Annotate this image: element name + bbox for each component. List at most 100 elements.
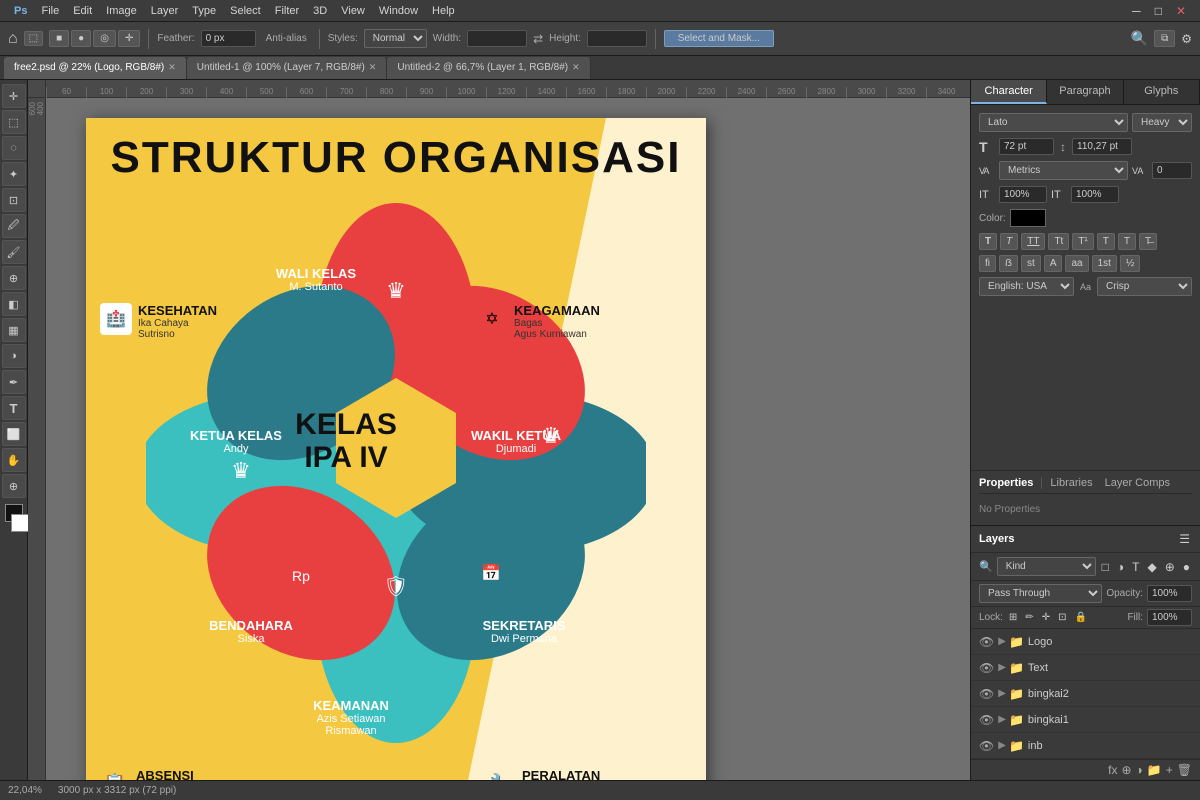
bold-btn[interactable]: T: [979, 233, 997, 250]
menu-view[interactable]: View: [335, 3, 371, 19]
layer-bingkai2-eye[interactable]: 👁: [979, 687, 994, 701]
superscript-btn[interactable]: T¹: [1072, 233, 1093, 250]
arrange-btn[interactable]: ⧉: [1154, 30, 1175, 47]
libraries-tab[interactable]: Libraries: [1042, 477, 1100, 489]
zoom-tool-btn[interactable]: ⊕: [2, 474, 26, 498]
tab-paragraph[interactable]: Paragraph: [1047, 80, 1123, 104]
layer-bingkai1[interactable]: 👁 ▶ 📁 bingkai1: [971, 707, 1200, 733]
layer-comps-tab[interactable]: Layer Comps: [1101, 477, 1174, 489]
dodge-tool-btn[interactable]: ◑: [2, 344, 26, 368]
tab-untitled2-close[interactable]: ✕: [572, 62, 580, 73]
layer-logo-arrow[interactable]: ▶: [998, 636, 1006, 647]
feather-input[interactable]: [201, 30, 256, 47]
st-btn[interactable]: st: [1021, 255, 1041, 272]
underline-btn[interactable]: TT: [1021, 233, 1045, 250]
layer-inb-arrow[interactable]: ▶: [998, 740, 1006, 751]
menu-filter[interactable]: Filter: [269, 3, 305, 19]
menu-3d[interactable]: 3D: [307, 3, 333, 19]
ornament-btn[interactable]: ẞ: [999, 255, 1018, 272]
scale-h-input[interactable]: [1071, 186, 1119, 203]
ellipse-tool[interactable]: ●: [71, 30, 91, 47]
ligature-btn[interactable]: fi: [979, 255, 996, 272]
tracking-input[interactable]: [1152, 162, 1192, 179]
brush-tool-btn[interactable]: 🖌: [2, 240, 26, 264]
rect-tool[interactable]: ■: [49, 30, 69, 47]
layers-filter-type[interactable]: T: [1130, 559, 1141, 575]
leading-input[interactable]: [1072, 138, 1132, 155]
layer-bingkai2-arrow[interactable]: ▶: [998, 688, 1006, 699]
blend-mode-select[interactable]: Pass Through: [979, 584, 1102, 603]
ordinal2-btn[interactable]: 1st: [1092, 255, 1117, 272]
window-close[interactable]: ✕: [1170, 2, 1192, 20]
subscript-label[interactable]: Tt: [1048, 233, 1069, 250]
layers-filter-pixel[interactable]: □: [1100, 559, 1111, 575]
ordinal-btn[interactable]: A: [1044, 255, 1063, 272]
window-minimize[interactable]: ─: [1126, 2, 1147, 20]
layer-adjust-btn[interactable]: ◑: [1136, 763, 1143, 777]
layers-filter-shape[interactable]: ◆: [1145, 559, 1158, 575]
select-tool-btn[interactable]: ⬚: [2, 110, 26, 134]
strikethrough-btn[interactable]: T̶: [1139, 233, 1157, 250]
marquee-icon[interactable]: ⬚: [29, 33, 38, 44]
menu-help[interactable]: Help: [426, 3, 461, 19]
hand-tool-btn[interactable]: ✋: [2, 448, 26, 472]
layer-inb-eye[interactable]: 👁: [979, 739, 994, 753]
font-weight-select[interactable]: Heavy: [1132, 113, 1192, 132]
lock-pixel-btn[interactable]: ✏: [1023, 611, 1035, 624]
layer-fx-btn[interactable]: fx: [1108, 763, 1117, 777]
window-maximize[interactable]: □: [1149, 2, 1168, 20]
text-tool-btn[interactable]: T: [2, 396, 26, 420]
tab-character[interactable]: Character: [971, 80, 1047, 104]
shape-tool-btn[interactable]: ⬜: [2, 422, 26, 446]
layer-logo-eye[interactable]: 👁: [979, 635, 994, 649]
lasso-tool[interactable]: ◎: [93, 30, 116, 47]
menu-image[interactable]: Image: [100, 3, 143, 19]
styles-select[interactable]: Normal: [364, 29, 427, 48]
swap-icon[interactable]: ⇄: [533, 32, 543, 46]
tab-untitled1-close[interactable]: ✕: [369, 62, 377, 73]
eyedropper-tool-btn[interactable]: 🖉: [2, 214, 26, 238]
layers-filter-smart[interactable]: ⊕: [1163, 559, 1177, 575]
move-tool-btn[interactable]: ✛: [2, 84, 26, 108]
gradient-tool-btn[interactable]: ▦: [2, 318, 26, 342]
font-size-input[interactable]: [999, 138, 1054, 155]
layer-logo[interactable]: 👁 ▶ 📁 Logo: [971, 629, 1200, 655]
lock-position-btn[interactable]: ⊞: [1007, 611, 1019, 624]
crop-tool-btn[interactable]: ⊡: [2, 188, 26, 212]
lock-move-btn[interactable]: ✛: [1040, 611, 1052, 624]
settings-icon[interactable]: ⚙: [1181, 32, 1192, 46]
layers-filter-toggle[interactable]: ●: [1181, 559, 1192, 575]
aa-btn[interactable]: aa: [1065, 255, 1088, 272]
select-mask-button[interactable]: Select and Mask...: [664, 30, 774, 47]
layer-text-eye[interactable]: 👁: [979, 661, 994, 675]
layer-inb[interactable]: 👁 ▶ 📁 inb: [971, 733, 1200, 759]
menu-ps[interactable]: Ps: [8, 3, 33, 19]
layers-kind-select[interactable]: Kind: [997, 557, 1096, 576]
smallcaps-btn[interactable]: T: [1118, 233, 1136, 250]
height-input[interactable]: [587, 30, 647, 47]
scale-v-input[interactable]: [999, 186, 1047, 203]
color-swatch[interactable]: [1010, 209, 1046, 227]
layer-mask-btn[interactable]: ⊕: [1121, 763, 1131, 777]
anti-alias-select[interactable]: Crisp: [1097, 277, 1192, 296]
layer-text-arrow[interactable]: ▶: [998, 662, 1006, 673]
properties-tab[interactable]: Properties: [979, 477, 1042, 489]
layer-new-btn[interactable]: +: [1166, 763, 1173, 777]
wand-tool-btn[interactable]: ✦: [2, 162, 26, 186]
layer-text[interactable]: 👁 ▶ 📁 Text: [971, 655, 1200, 681]
clone-tool-btn[interactable]: ⊕: [2, 266, 26, 290]
layer-group-btn[interactable]: 📁: [1147, 763, 1162, 777]
caps-btn[interactable]: T: [1097, 233, 1115, 250]
kerning-select[interactable]: Metrics: [999, 161, 1128, 180]
menu-file[interactable]: File: [35, 3, 65, 19]
italic-btn[interactable]: T: [1000, 233, 1018, 250]
menu-select[interactable]: Select: [224, 3, 267, 19]
language-select[interactable]: English: USA: [979, 277, 1074, 296]
tab-untitled2[interactable]: Untitled-2 @ 66,7% (Layer 1, RGB/8#) ✕: [387, 57, 590, 79]
search-icon[interactable]: 🔍: [1131, 30, 1148, 47]
layer-bingkai1-eye[interactable]: 👁: [979, 713, 994, 727]
pen-tool-btn[interactable]: ✒: [2, 370, 26, 394]
tab-free2[interactable]: free2.psd @ 22% (Logo, RGB/8#) ✕: [4, 57, 187, 79]
lock-all-btn[interactable]: 🔒: [1072, 611, 1088, 624]
tab-free2-close[interactable]: ✕: [168, 62, 176, 73]
